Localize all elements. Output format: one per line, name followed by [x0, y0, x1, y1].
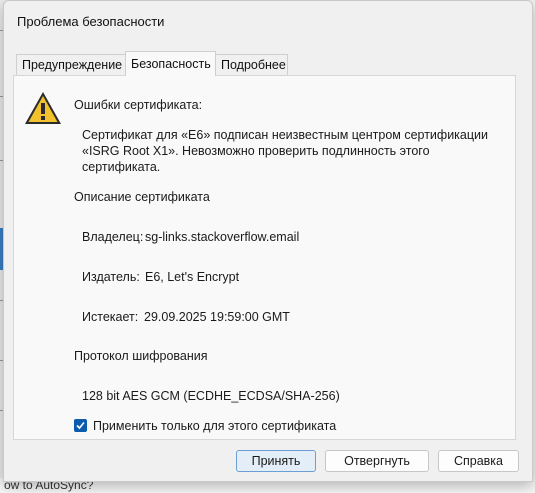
accept-button[interactable]: Принять: [236, 450, 316, 472]
dialog-title: Проблема безопасности: [17, 14, 165, 29]
expires-value: 29.09.2025 19:59:00 GMT: [144, 310, 290, 324]
tab-details[interactable]: Подробнее: [215, 54, 288, 75]
help-button[interactable]: Справка: [438, 450, 519, 472]
issuer-label: Издатель:: [82, 270, 140, 284]
owner-value: sg-links.stackoverflow.email: [145, 230, 300, 244]
apply-only-this-certificate-checkbox[interactable]: [74, 419, 87, 432]
encryption-protocol-heading: Протокол шифрования: [74, 349, 208, 363]
encryption-protocol-value: 128 bit AES GCM (ECDHE_ECDSA/SHA-256): [82, 389, 340, 403]
certificate-description-heading: Описание сертификата: [74, 190, 210, 204]
certificate-errors-heading: Ошибки сертификата:: [74, 98, 203, 112]
tab-warning[interactable]: Предупреждение: [16, 54, 126, 75]
tab-security[interactable]: Безопасность: [125, 51, 216, 76]
expires-label: Истекает:: [82, 310, 139, 324]
issuer-value: E6, Let's Encrypt: [145, 270, 240, 284]
certificate-errors-text: Сертификат для «E6» подписан неизвестным…: [82, 128, 489, 174]
warning-icon: [25, 92, 61, 124]
owner-label: Владелец:: [82, 230, 144, 244]
reject-button[interactable]: Отвергнуть: [325, 450, 429, 472]
checkmark-icon: [76, 421, 85, 430]
apply-only-this-certificate-label[interactable]: Применить только для этого сертификата: [93, 419, 336, 433]
